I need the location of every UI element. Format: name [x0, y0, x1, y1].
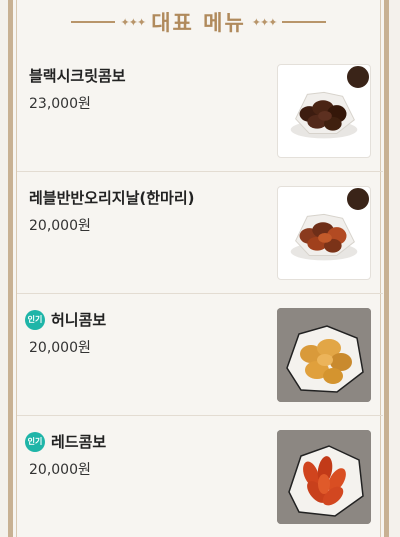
menu-item[interactable]: 인기 허니콤보 20,000원: [17, 294, 383, 416]
sauce-icon: [345, 65, 370, 90]
menu-item-price: 20,000원: [29, 462, 91, 478]
menu-list: 블랙시크릿콤보 23,000원 레블반반오리지날(한마리) 20,000원 인기…: [17, 50, 383, 537]
header-line-left: [70, 21, 115, 23]
menu-item-image[interactable]: [277, 308, 371, 402]
menu-item[interactable]: 블랙시크릿콤보 23,000원: [17, 50, 383, 172]
section-header: ✦✦✦ 대표 메뉴 ✦✦✦: [13, 6, 384, 38]
menu-item[interactable]: 인기 레드콤보 20,000원: [17, 416, 383, 537]
section-title: 대표 메뉴: [151, 11, 246, 35]
menu-item-image[interactable]: [277, 186, 371, 280]
red-chicken-image: [277, 430, 371, 524]
menu-item-price: 23,000원: [29, 96, 91, 112]
menu-item-name: 인기 레드콤보: [25, 431, 106, 452]
menu-item-name: 블랙시크릿콤보: [29, 67, 126, 85]
menu-item-name: 인기 허니콤보: [25, 309, 106, 330]
menu-item[interactable]: 레블반반오리지날(한마리) 20,000원: [17, 172, 383, 294]
menu-item-name: 레블반반오리지날(한마리): [29, 189, 195, 207]
menu-item-price: 20,000원: [29, 340, 91, 356]
menu-item-image[interactable]: [277, 430, 371, 524]
sparkle-icon: ✦✦✦: [251, 15, 278, 29]
menu-item-price: 20,000원: [29, 218, 91, 234]
menu-item-image[interactable]: [277, 64, 371, 158]
honey-chicken-image: [277, 308, 371, 402]
header-line-right: [282, 21, 327, 23]
sparkle-icon: ✦✦✦: [120, 15, 147, 29]
sauce-icon: [345, 187, 370, 212]
popular-badge: 인기: [25, 309, 45, 330]
popular-badge: 인기: [25, 431, 45, 452]
